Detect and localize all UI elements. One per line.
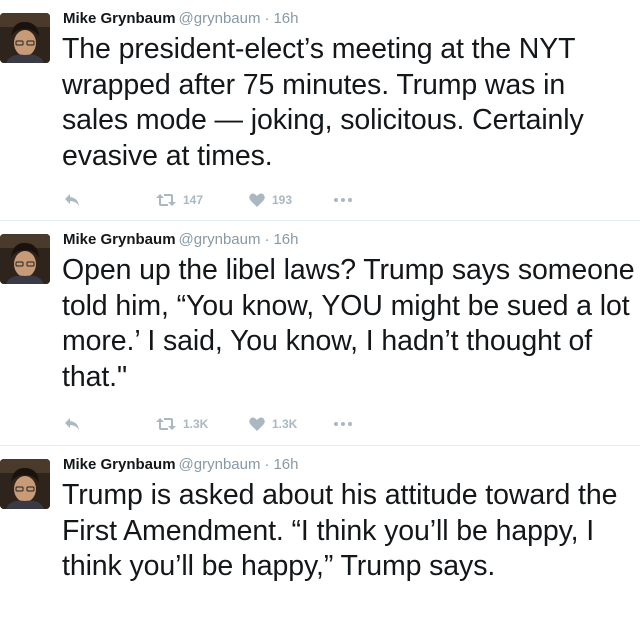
more-button[interactable] [334,412,352,436]
author-name[interactable]: Mike Grynbaum [63,456,176,473]
like-button[interactable]: 1.3K [249,412,297,436]
author-handle[interactable]: @grynbaum [179,456,261,473]
retweet-count: 1.3K [183,417,209,431]
tweet[interactable]: Mike Grynbaum @grynbaum · 16h The president… [0,0,640,221]
tweet-timestamp[interactable]: 16h [273,456,298,473]
separator-dot: · [264,456,270,473]
tweet-actions: 1.3K 1.3K [62,412,462,436]
author-name[interactable]: Mike Grynbaum [63,231,176,248]
more-icon [334,198,352,202]
separator-dot: · [264,10,270,27]
tweet-timestamp[interactable]: 16h [273,10,298,27]
retweet-count: 147 [183,193,204,207]
tweet-text: Trump is asked about his attitude toward… [62,479,618,582]
like-count: 193 [272,193,293,207]
heart-icon [249,417,265,431]
author-handle[interactable]: @grynbaum [179,231,261,248]
author-handle[interactable]: @grynbaum [179,10,261,27]
tweet-timeline: Mike Grynbaum @grynbaum · 16h The president… [0,0,640,635]
retweet-icon [156,417,176,431]
tweet-timestamp[interactable]: 16h [273,231,298,248]
tweet-header: Mike Grynbaum @grynbaum · 16h [63,456,299,474]
tweet-header: Mike Grynbaum @grynbaum · 16h [63,10,299,28]
author-name[interactable]: Mike Grynbaum [63,10,176,27]
avatar[interactable] [0,459,50,509]
separator-dot: · [264,231,270,248]
like-count: 1.3K [272,417,298,431]
retweet-button[interactable]: 1.3K [156,412,208,436]
reply-button[interactable] [64,188,80,212]
retweet-icon [156,193,176,207]
tweet-header: Mike Grynbaum @grynbaum · 16h [63,231,299,249]
avatar[interactable] [0,234,50,284]
reply-icon [64,417,80,431]
heart-icon [249,193,265,207]
tweet[interactable]: Mike Grynbaum @grynbaum · 16h Open up the l… [0,221,640,446]
more-icon [334,422,352,426]
reply-button[interactable] [64,412,80,436]
tweet[interactable]: Mike Grynbaum @grynbaum · 16h Trump is aske… [0,446,640,635]
tweet-text: Open up the libel laws? Trump says someo… [62,254,635,393]
tweet-text: The president-elect’s meeting at the NYT… [62,33,584,172]
reply-icon [64,193,80,207]
retweet-button[interactable]: 147 [156,188,203,212]
like-button[interactable]: 193 [249,188,292,212]
avatar[interactable] [0,13,50,63]
tweet-actions: 147 193 [62,188,462,212]
more-button[interactable] [334,188,352,212]
